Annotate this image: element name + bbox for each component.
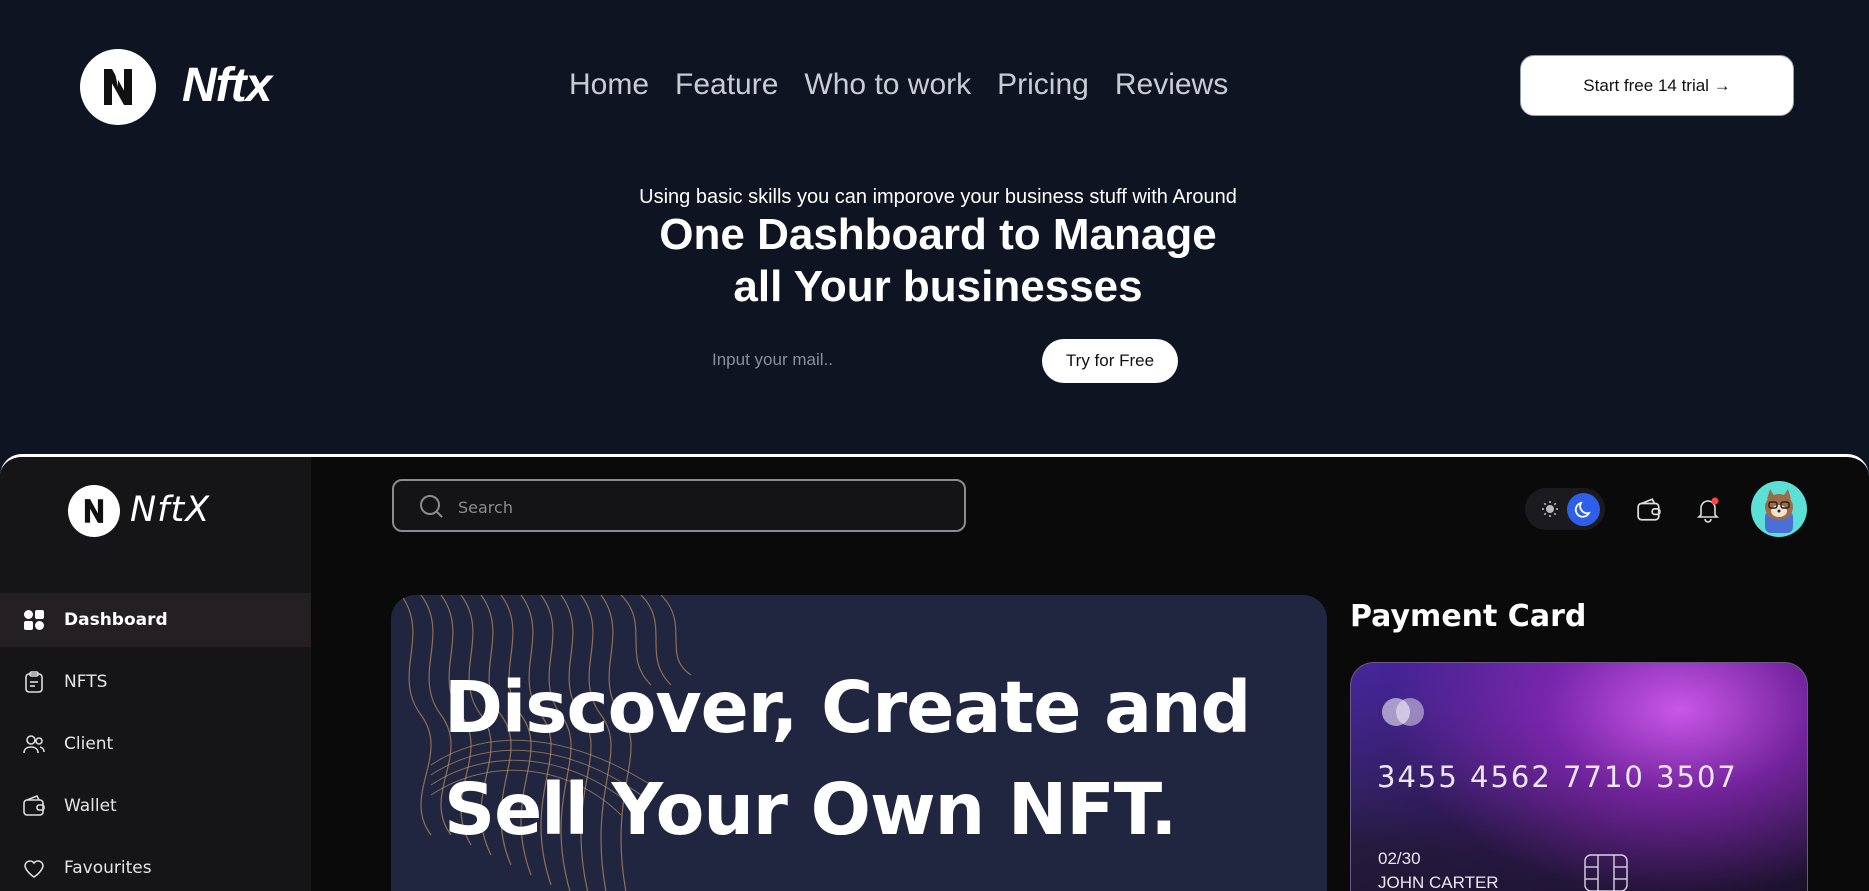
dashboard-preview: NftX Dashboard NFTS Client Wallet Favour… — [0, 454, 1869, 891]
card-expiry: 02/30 — [1378, 849, 1421, 868]
sidebar-item-label: Favourites — [64, 858, 152, 878]
moon-icon[interactable] — [1567, 493, 1600, 526]
search-icon — [418, 493, 444, 524]
nav-pricing[interactable]: Pricing — [997, 68, 1089, 102]
start-trial-button[interactable]: Start free 14 trial → — [1520, 55, 1794, 116]
search-bar[interactable] — [392, 479, 966, 532]
sidebar-logo[interactable] — [68, 485, 120, 537]
sidebar-item-wallet[interactable]: Wallet — [0, 779, 311, 833]
sidebar-item-client[interactable]: Client — [0, 717, 311, 771]
try-for-free-button[interactable]: Try for Free — [1042, 339, 1178, 383]
sun-icon[interactable] — [1539, 498, 1561, 520]
brand-name[interactable]: Nftx — [182, 58, 272, 113]
hero-title: One Dashboard to Manage all Your busines… — [659, 210, 1217, 311]
email-input[interactable] — [702, 340, 1042, 380]
sidebar-item-label: Client — [64, 734, 114, 754]
main-nav: Home Feature Who to work Pricing Reviews — [569, 68, 1228, 102]
wallet-icon — [21, 793, 47, 819]
banner-title: Discover, Create and Sell Your Own NFT. — [444, 666, 1251, 851]
nav-feature[interactable]: Feature — [675, 68, 778, 102]
sidebar-item-nfts[interactable]: NFTS — [0, 655, 311, 709]
sidebar-item-dashboard[interactable]: Dashboard — [0, 593, 311, 647]
avatar[interactable] — [1751, 481, 1807, 537]
grid-icon — [21, 607, 47, 633]
theme-toggle[interactable] — [1525, 488, 1605, 530]
clipboard-icon — [21, 669, 47, 695]
payment-card[interactable]: 3455 4562 7710 3507 02/30 JOHN CARTER — [1350, 662, 1808, 891]
sidebar-brand: NftX — [130, 490, 211, 530]
logo[interactable] — [80, 49, 156, 125]
sidebar-item-favourites[interactable]: Favourites — [0, 841, 311, 891]
nav-home[interactable]: Home — [569, 68, 649, 102]
n-letter-logo-icon — [104, 69, 132, 105]
wallet-icon[interactable] — [1636, 497, 1662, 528]
n-letter-logo-icon — [84, 499, 104, 523]
sidebar-item-label: Dashboard — [64, 610, 168, 630]
search-input[interactable] — [456, 491, 940, 523]
chip-icon — [1583, 853, 1629, 891]
nav-reviews[interactable]: Reviews — [1115, 68, 1228, 102]
card-holder-name: JOHN CARTER — [1378, 873, 1499, 891]
sidebar-item-label: NFTS — [64, 672, 108, 692]
bell-icon[interactable] — [1695, 497, 1721, 528]
hero-tagline: Using basic skills you can imporove your… — [639, 186, 1237, 208]
heart-icon — [21, 855, 47, 881]
users-icon — [21, 731, 47, 757]
mastercard-logo-icon — [1382, 698, 1424, 726]
hero-banner: Discover, Create and Sell Your Own NFT. — [391, 595, 1327, 891]
card-number: 3455 4562 7710 3507 — [1377, 760, 1738, 794]
sidebar: NftX Dashboard NFTS Client Wallet Favour… — [0, 457, 311, 891]
payment-card-title: Payment Card — [1350, 599, 1587, 634]
sidebar-item-label: Wallet — [64, 796, 117, 816]
nav-who-to-work[interactable]: Who to work — [804, 68, 971, 102]
